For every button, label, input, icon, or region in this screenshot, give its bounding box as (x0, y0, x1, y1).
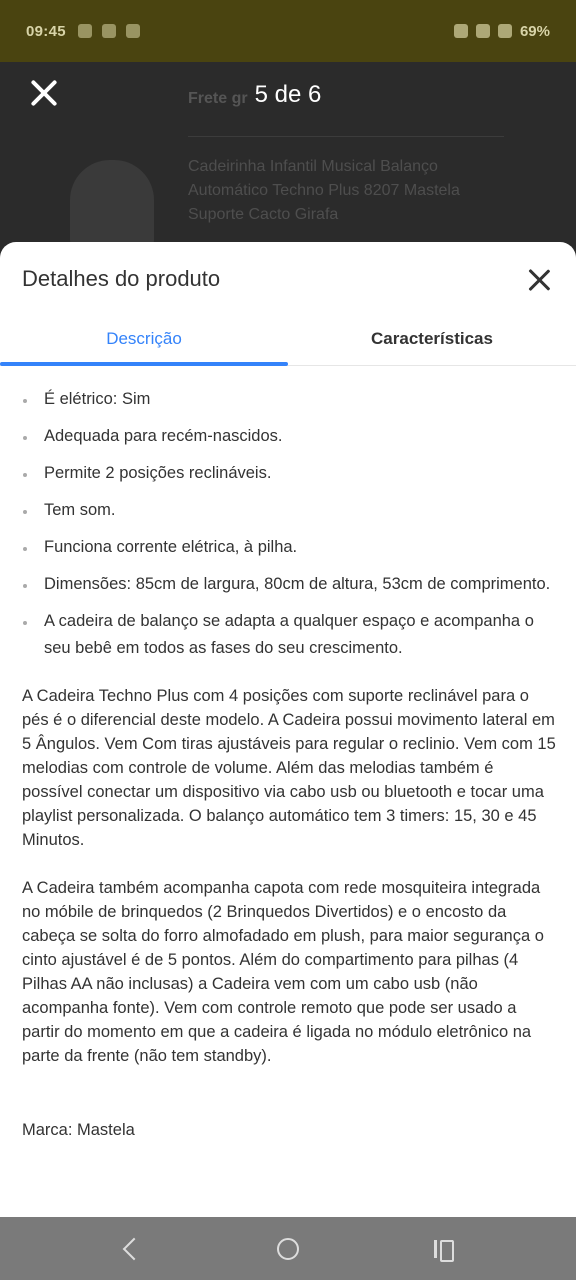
app-icon (125, 24, 140, 38)
tab-description[interactable]: Descrição (0, 314, 288, 364)
battery-icon (497, 24, 512, 38)
list-item: Tem som. (22, 497, 556, 524)
list-item: Adequada para recém-nascidos. (22, 423, 556, 450)
system-nav-bar (0, 1217, 576, 1280)
status-bar: 09:45 69% (0, 0, 576, 62)
gallery-counter: 5 de 6 (254, 81, 322, 108)
gallery-close-icon[interactable] (28, 78, 60, 110)
back-icon[interactable] (112, 1231, 148, 1267)
product-title: Cadeirinha Infantil Musical Balanço Auto… (188, 158, 460, 223)
tab-characteristics[interactable]: Características (288, 314, 576, 364)
active-tab-indicator (0, 362, 288, 366)
description-content: É elétrico: Sim Adequada para recém-nasc… (22, 386, 556, 1142)
description-paragraph-2: A Cadeira também acompanha capota com re… (22, 879, 544, 1065)
notification-icons (77, 24, 140, 38)
mail-icon (101, 24, 116, 38)
wifi-icon (453, 24, 468, 38)
recent-apps-icon[interactable] (428, 1231, 464, 1267)
battery-level: 69% (519, 22, 550, 40)
close-icon[interactable] (526, 266, 554, 294)
product-details-sheet: Detalhes do produto Descrição Caracterís… (0, 242, 576, 1217)
list-item: É elétrico: Sim (22, 386, 556, 413)
message-icon (77, 24, 92, 38)
feature-list: É elétrico: Sim Adequada para recém-nasc… (22, 386, 556, 662)
shipping-label: Frete gr (188, 90, 248, 107)
signal-icon (475, 24, 490, 38)
tab-bar: Descrição Características (0, 314, 576, 366)
list-item: A cadeira de balanço se adapta a qualque… (22, 608, 556, 662)
gallery-divider (188, 136, 504, 137)
description-paragraph-1: A Cadeira Techno Plus com 4 posições com… (22, 687, 556, 849)
product-thumbnail (70, 160, 154, 250)
status-time: 09:45 (26, 22, 66, 40)
brand-line: Marca: Mastela (22, 1121, 135, 1139)
list-item: Dimensões: 85cm de largura, 80cm de altu… (22, 571, 556, 598)
list-item: Funciona corrente elétrica, à pilha. (22, 534, 556, 561)
list-item: Permite 2 posições reclináveis. (22, 460, 556, 487)
home-icon[interactable] (270, 1231, 306, 1267)
gallery-header: 5 de 6 (0, 62, 576, 128)
app-root: 09:45 69% 5 de 6 Frete gr Cadeirinha Inf… (0, 0, 576, 1280)
sheet-title: Detalhes do produto (22, 266, 221, 291)
status-right: 69% (453, 22, 550, 40)
